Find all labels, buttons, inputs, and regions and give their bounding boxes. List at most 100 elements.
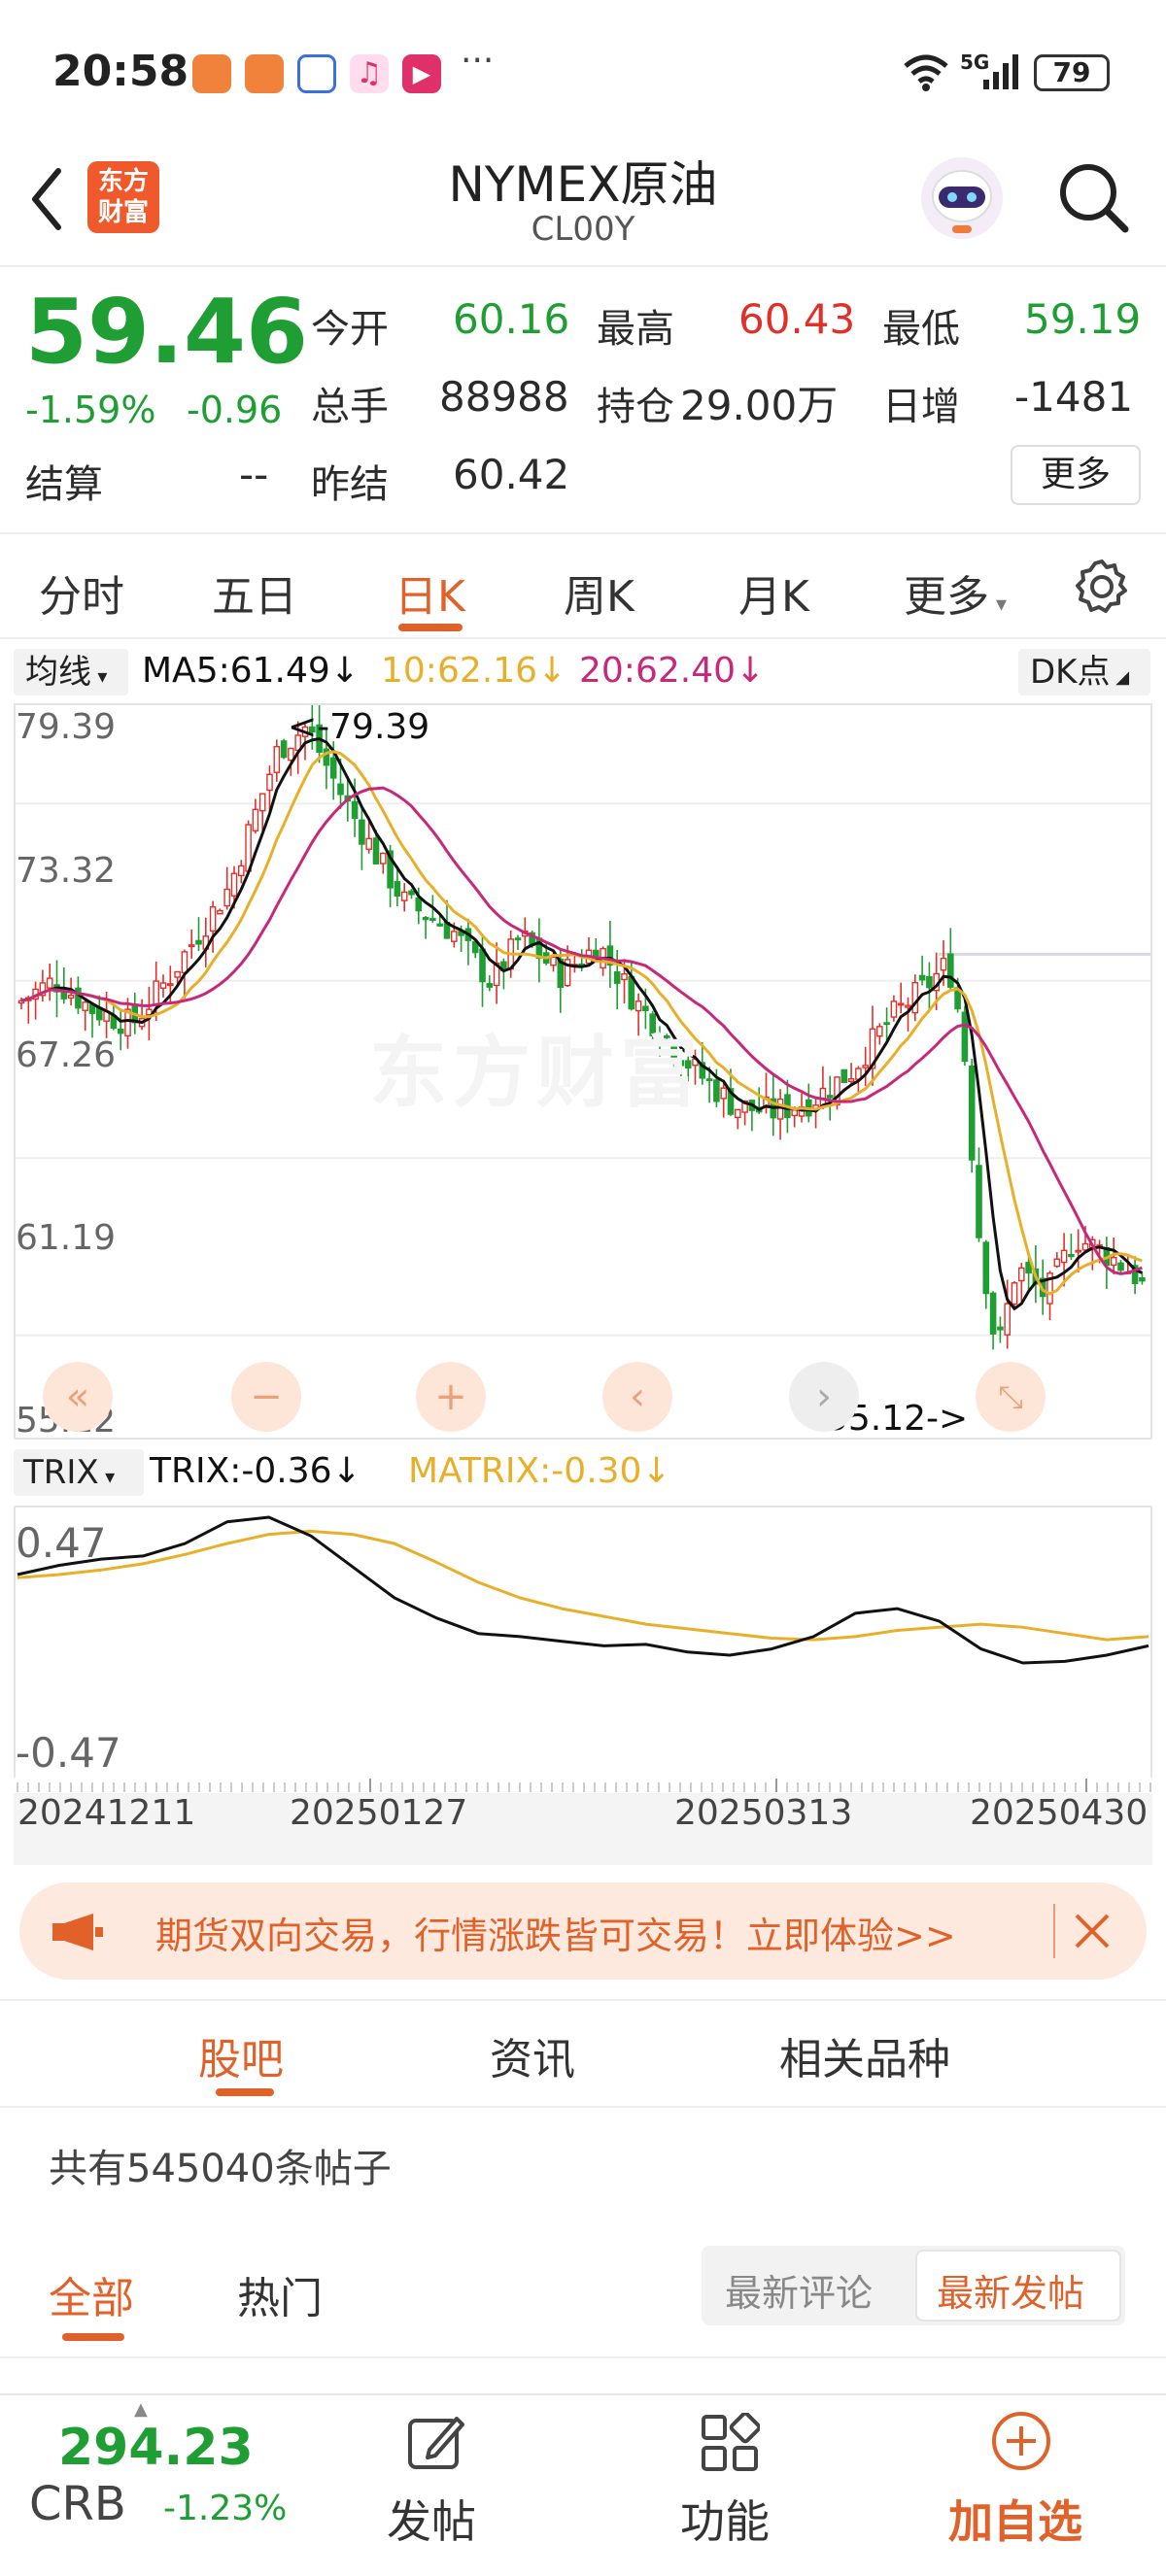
- candle-down: [351, 800, 359, 819]
- sort-latest-comment[interactable]: 最新评论: [725, 2263, 873, 2317]
- megaphone-icon: [52, 1914, 103, 1950]
- high-marker: <-79.39: [288, 707, 430, 747]
- candle-down: [514, 937, 522, 941]
- tab-related[interactable]: 相关品种: [779, 2024, 950, 2086]
- tab-five-day[interactable]: 五日: [212, 561, 297, 624]
- double-chevron-left-icon[interactable]: «: [43, 1362, 113, 1432]
- video-icon: ▶: [402, 54, 441, 93]
- candle-up: [365, 837, 373, 850]
- crb-index-name[interactable]: CRB: [29, 2477, 126, 2531]
- watermark: 东方财富: [369, 1028, 703, 1118]
- edit-post-icon[interactable]: [406, 2413, 466, 2473]
- function-grid-icon[interactable]: [700, 2413, 760, 2473]
- candle-up: [791, 1109, 798, 1117]
- volume-label: 总手: [311, 385, 389, 429]
- candle-up: [621, 972, 628, 981]
- more-dots-icon: ···: [461, 41, 495, 81]
- candle-up: [252, 808, 259, 831]
- settlement-value: --: [239, 451, 269, 498]
- battery-icon: 79: [1034, 54, 1110, 91]
- open-interest-label: 持仓: [597, 385, 674, 429]
- daily-change-label: 日增: [882, 385, 960, 429]
- more-button[interactable]: 更多: [1011, 445, 1141, 505]
- app-notification-icon: [245, 54, 284, 93]
- tab-intraday[interactable]: 分时: [39, 561, 124, 624]
- candle-up: [1110, 1256, 1117, 1267]
- trix-selector[interactable]: TRIX ▾: [14, 1449, 144, 1496]
- trix-canvas: [17, 1515, 1149, 1665]
- divider: [0, 2356, 1166, 2358]
- candle-down: [628, 975, 635, 1010]
- zoom-in-icon[interactable]: +: [416, 1362, 486, 1432]
- candle-up: [166, 983, 174, 987]
- banner-divider: [1053, 1904, 1055, 1958]
- banner-text: 期货双向交易，行情涨跌皆可交易！立即体验>>: [155, 1915, 956, 1957]
- post-button-label[interactable]: 发帖: [387, 2487, 476, 2551]
- high-label: 最高: [597, 307, 674, 352]
- candle-up: [174, 970, 181, 978]
- dk-point-button[interactable]: DK点 ◢: [1018, 649, 1150, 695]
- baidu-icon: [297, 54, 336, 93]
- candle-down: [280, 740, 288, 759]
- tab-news[interactable]: 资讯: [490, 2024, 575, 2086]
- search-icon[interactable]: [1055, 159, 1133, 237]
- candle-up: [1004, 1303, 1011, 1336]
- x-axis-label: 20250430: [970, 1793, 1149, 1833]
- robot-avatar-icon[interactable]: [917, 153, 1007, 243]
- candle-down: [75, 987, 82, 1009]
- candle-down: [436, 923, 444, 927]
- candle-down: [613, 971, 621, 984]
- contract-code: CL00Y: [531, 210, 635, 249]
- promo-banner[interactable]: 期货双向交易，行情涨跌皆可交易！立即体验>>: [19, 1882, 1147, 1980]
- candle-up: [862, 1065, 869, 1068]
- candle-up: [230, 872, 238, 897]
- tab-guba[interactable]: 股吧: [198, 2024, 284, 2086]
- candle-down: [997, 1326, 1004, 1331]
- candle-up: [911, 981, 919, 1014]
- expand-icon[interactable]: ⤡: [976, 1362, 1046, 1432]
- x-axis-ticks: [14, 1778, 1152, 1792]
- function-button-label[interactable]: 功能: [680, 2487, 770, 2551]
- open-value: 60.16: [453, 295, 570, 343]
- candle-down: [479, 948, 486, 983]
- candle-down: [961, 1011, 969, 1063]
- candle-up: [1075, 1249, 1081, 1253]
- back-chevron-icon[interactable]: [27, 165, 66, 233]
- candle-down: [826, 1095, 834, 1099]
- add-watchlist-label[interactable]: 加自选: [948, 2487, 1082, 2551]
- open-label: 今开: [311, 307, 389, 352]
- candle-down: [883, 1022, 890, 1026]
- candle-down: [989, 1292, 997, 1335]
- gear-icon[interactable]: [1073, 558, 1131, 616]
- candle-down: [705, 1078, 713, 1082]
- zoom-out-icon[interactable]: −: [231, 1362, 301, 1432]
- candle-down: [1068, 1253, 1075, 1258]
- tab-monthly-k[interactable]: 月K: [738, 561, 809, 624]
- filter-indicator: [62, 2333, 124, 2341]
- trix-chart[interactable]: [14, 1506, 1152, 1778]
- indicator-selector[interactable]: 均线 ▾: [14, 649, 128, 695]
- ma5-label: MA5:61.49↓: [142, 651, 360, 691]
- add-circle-icon[interactable]: [989, 2409, 1053, 2473]
- tab-weekly-k[interactable]: 周K: [564, 561, 634, 624]
- candle-down: [840, 1068, 848, 1083]
- sort-latest-post[interactable]: 最新发帖: [937, 2263, 1084, 2317]
- close-icon[interactable]: [1071, 1910, 1114, 1952]
- prev-settlement-label: 昨结: [311, 462, 389, 507]
- chevron-left-icon[interactable]: ‹: [602, 1362, 672, 1432]
- filter-all[interactable]: 全部: [49, 2263, 134, 2325]
- candle-up: [159, 982, 167, 989]
- post-count: 共有545040条帖子: [49, 2147, 392, 2191]
- tab-daily-k[interactable]: 日K: [394, 561, 465, 624]
- ma10-label: 10:62.16↓: [381, 651, 567, 691]
- music-icon: ♫: [350, 54, 389, 93]
- crb-index-value[interactable]: 294.23: [58, 2419, 254, 2477]
- filter-hot[interactable]: 热门: [237, 2263, 323, 2325]
- candle-up: [46, 977, 53, 989]
- candle-up: [258, 793, 266, 812]
- tab-more[interactable]: 更多 ▾: [904, 561, 1007, 624]
- candle-up: [940, 957, 947, 971]
- chevron-right-icon[interactable]: ›: [789, 1362, 859, 1432]
- eastmoney-logo[interactable]: 东方 财富: [87, 161, 159, 233]
- candle-down: [359, 819, 365, 845]
